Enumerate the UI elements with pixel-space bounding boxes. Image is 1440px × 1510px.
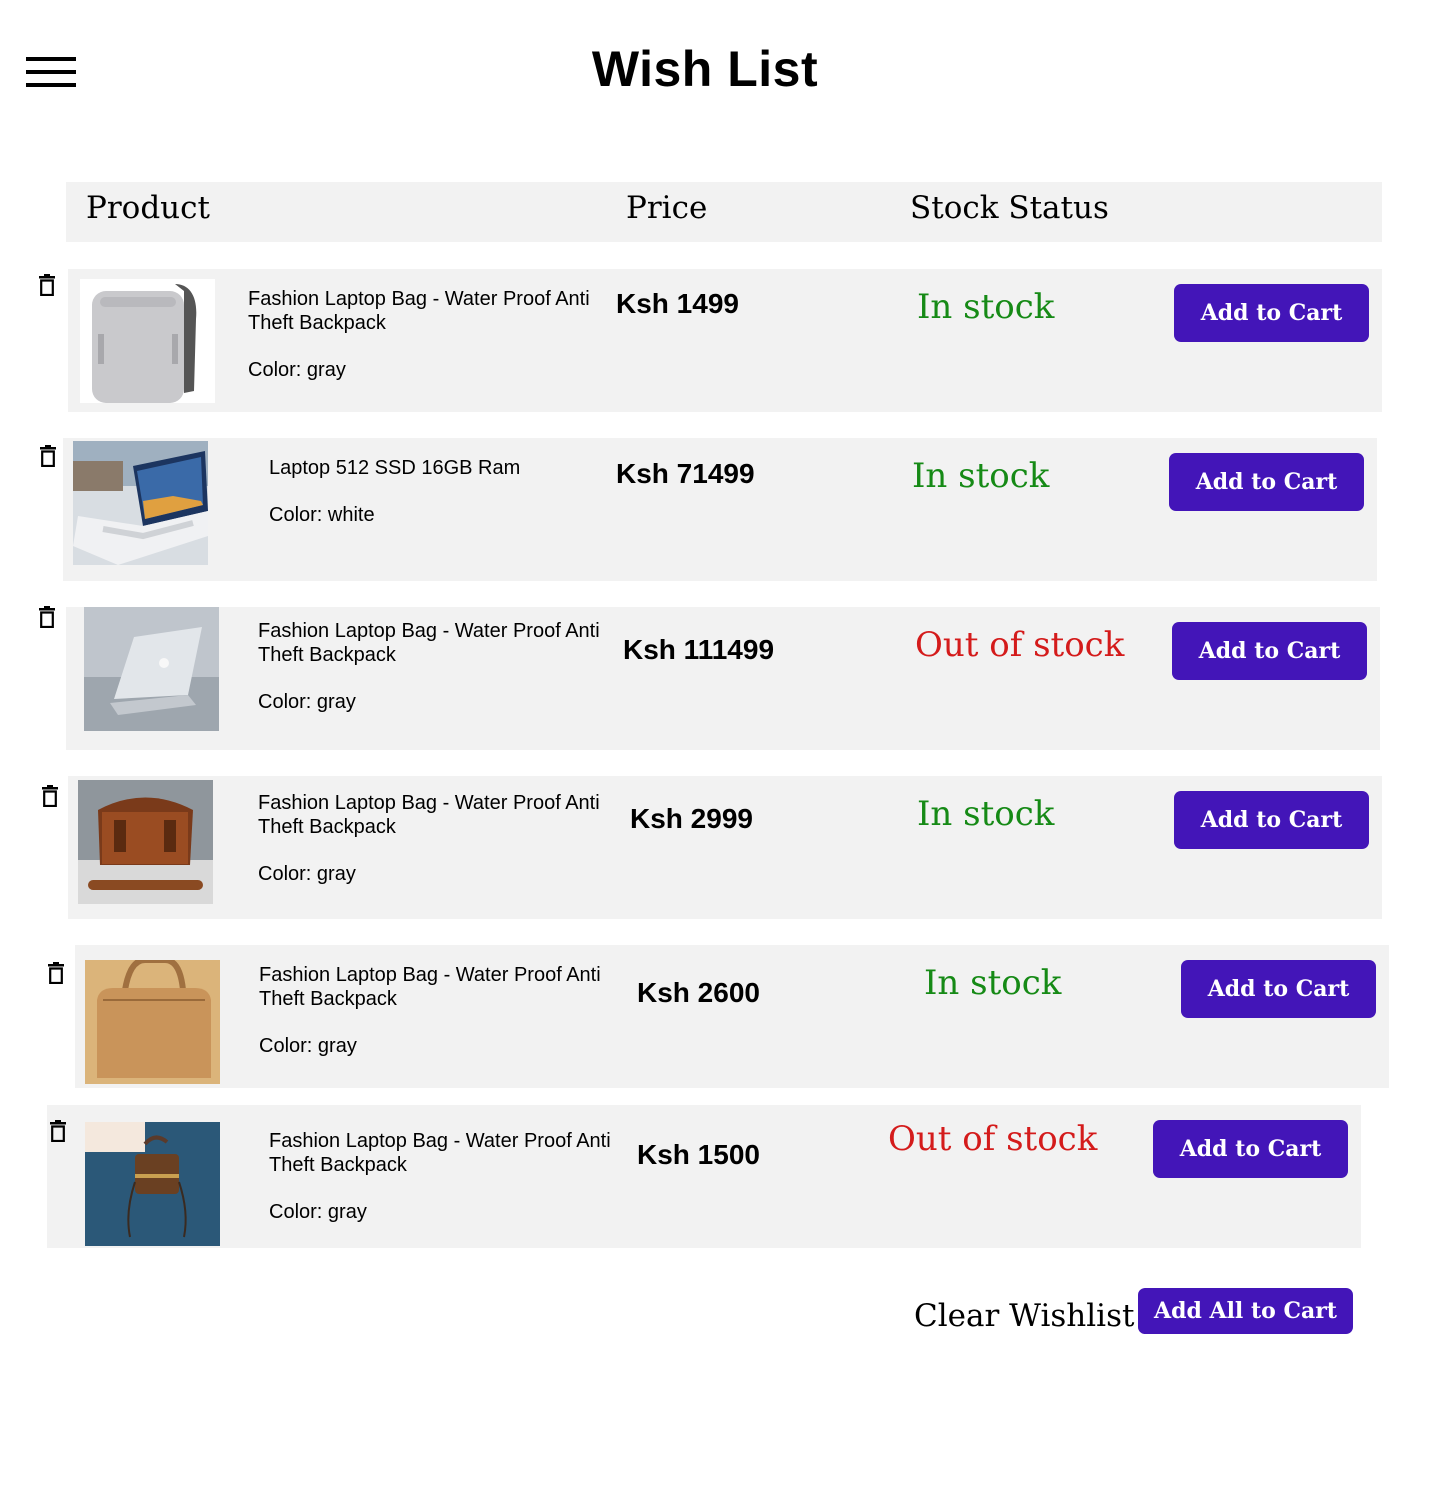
trash-icon[interactable]: [39, 606, 55, 629]
product-price: Ksh 2999: [630, 803, 753, 834]
trash-icon[interactable]: [42, 785, 58, 808]
wishlist-row: Fashion Laptop Bag - Water Proof Anti Th…: [47, 1105, 1361, 1248]
product-color: Color: gray: [259, 1035, 357, 1057]
add-all-to-cart-button[interactable]: Add All to Cart: [1138, 1288, 1353, 1334]
add-to-cart-button[interactable]: Add to Cart: [1153, 1120, 1348, 1178]
clear-wishlist-link[interactable]: Clear Wishlist: [914, 1298, 1134, 1334]
product-price: Ksh 2600: [637, 977, 760, 1008]
stock-status: In stock: [912, 456, 1050, 496]
product-color: Color: gray: [248, 359, 346, 381]
wishlist-row: Fashion Laptop Bag - Water Proof Anti Th…: [48, 945, 1389, 1088]
product-color: Color: gray: [258, 863, 356, 885]
product-color: Color: gray: [269, 1201, 367, 1223]
stock-status: Out of stock: [888, 1119, 1098, 1159]
product-color: Color: gray: [258, 691, 356, 713]
wishlist-row: Fashion Laptop Bag - Water Proof Anti Th…: [42, 776, 1382, 919]
trash-icon[interactable]: [40, 445, 56, 468]
trash-icon[interactable]: [48, 962, 64, 985]
white-laptop-image: [73, 441, 208, 565]
product-name: Fashion Laptop Bag - Water Proof Anti Th…: [258, 620, 600, 666]
trash-icon[interactable]: [39, 274, 55, 297]
brown-leather-bag-image: [78, 780, 213, 904]
product-name: Fashion Laptop Bag - Water Proof Anti Th…: [259, 964, 601, 1010]
silver-laptop-image: [84, 607, 219, 731]
column-header-product: Product: [86, 190, 210, 226]
product-name: Laptop 512 SSD 16GB Ram: [269, 457, 521, 479]
column-header-price: Price: [626, 190, 708, 226]
page-title: Wish List: [591, 41, 819, 97]
product-price: Ksh 1499: [616, 288, 739, 319]
gray-backpack-image: [80, 279, 215, 403]
product-color: Color: white: [269, 504, 375, 526]
wishlist-row: Fashion Laptop Bag - Water Proof Anti Th…: [39, 269, 1382, 412]
product-price: Ksh 111499: [623, 634, 775, 665]
add-to-cart-button[interactable]: Add to Cart: [1174, 791, 1369, 849]
stock-status: In stock: [917, 287, 1055, 327]
stock-status: In stock: [917, 794, 1055, 834]
product-price: Ksh 71499: [616, 458, 755, 489]
add-to-cart-button[interactable]: Add to Cart: [1174, 284, 1369, 342]
product-price: Ksh 1500: [637, 1139, 760, 1170]
monogram-handbag-image: [85, 1122, 220, 1246]
stock-status: In stock: [924, 963, 1062, 1003]
product-name: Fashion Laptop Bag - Water Proof Anti Th…: [258, 792, 600, 838]
wishlist-row: Fashion Laptop Bag - Water Proof Anti Th…: [39, 606, 1380, 750]
wishlist-row: Laptop 512 SSD 16GB Ram Color: white Ksh…: [40, 438, 1377, 581]
trash-icon[interactable]: [50, 1120, 66, 1143]
add-to-cart-button[interactable]: Add to Cart: [1169, 453, 1364, 511]
cork-laptop-bag-image: [85, 960, 220, 1084]
product-name: Fashion Laptop Bag - Water Proof Anti Th…: [269, 1130, 611, 1176]
product-name: Fashion Laptop Bag - Water Proof Anti Th…: [248, 288, 590, 334]
column-header-stock-status: Stock Status: [910, 190, 1109, 226]
add-to-cart-button[interactable]: Add to Cart: [1181, 960, 1376, 1018]
stock-status: Out of stock: [915, 625, 1125, 665]
add-to-cart-button[interactable]: Add to Cart: [1172, 622, 1367, 680]
table-header: Product Price Stock Status: [66, 182, 1382, 242]
